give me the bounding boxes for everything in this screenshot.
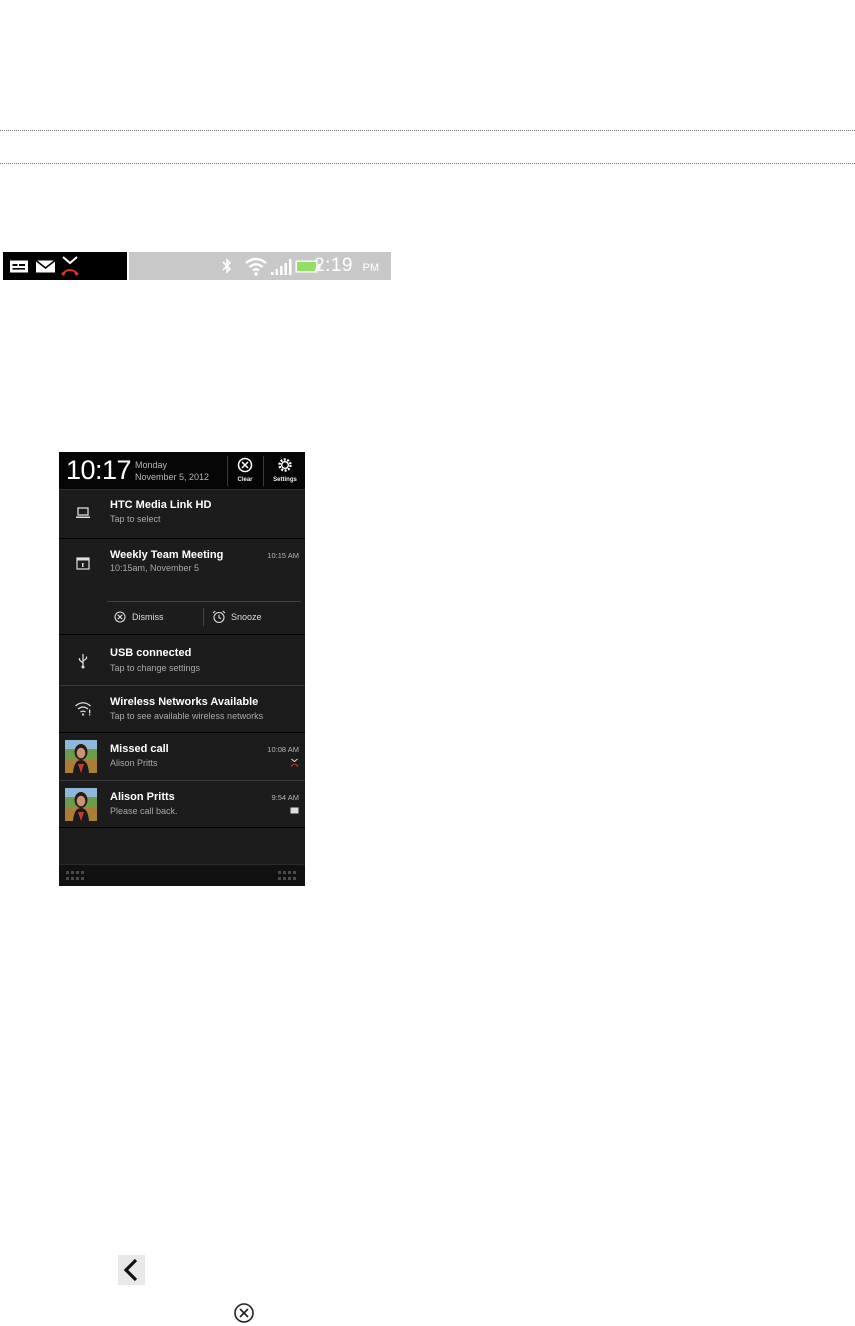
drag-handle-left[interactable] [65,870,87,882]
row-divider [59,827,305,828]
notification-title: USB connected [110,647,192,659]
notification-missed-call[interactable]: Missed call Alison Pritts 10:08 AM [59,733,305,780]
avatar [65,788,97,821]
snooze-button[interactable]: Snooze [204,602,301,634]
notification-time: 10:08 AM [267,745,299,754]
message-icon [10,260,28,273]
header-separator [263,456,264,486]
notification-message[interactable]: Alison Pritts Please call back. 9:54 AM [59,781,305,827]
notification-subtitle: Alison Pritts [110,758,158,768]
notification-title: Alison Pritts [110,791,175,803]
message-icon [290,807,299,814]
signal-icon [271,259,292,275]
notification-subtitle: Please call back. [110,806,178,816]
status-bar-clock: 2:19 [314,255,353,276]
panel-date: November 5, 2012 [135,472,210,482]
notification-subtitle: 10:15am, November 5 [110,563,200,573]
clear-icon [237,457,253,473]
wifi-icon [75,702,91,716]
notification-time: 10:15 AM [267,551,299,560]
laptop-icon [76,507,90,518]
notification-title: Weekly Team Meeting [110,549,224,561]
clear-button[interactable]: Clear [230,454,260,488]
gear-icon [278,458,292,472]
back-chevron-icon [118,1255,145,1285]
notification-time: 9:54 AM [271,793,299,802]
status-bar-notification-area [3,252,127,280]
avatar [65,740,97,773]
wifi-icon [245,257,267,276]
notification-title: Wireless Networks Available [110,696,259,708]
notification-subtitle: Tap to select [110,514,161,524]
usb-icon [78,654,88,669]
dismiss-button[interactable]: Dismiss [107,602,203,634]
divider-top [0,130,855,131]
settings-label: Settings [273,477,297,483]
notification-wifi-networks[interactable]: Wireless Networks Available Tap to see a… [59,686,305,732]
notification-subtitle: Tap to see available wireless networks [110,711,264,721]
notification-title: Missed call [110,743,169,755]
notification-calendar-event[interactable]: Weekly Team Meeting 10:15am, November 5 … [59,539,305,601]
bluetooth-icon [222,258,232,274]
status-bar-ampm: PM [362,262,380,274]
calendar-icon [76,557,90,570]
header-separator [227,456,228,486]
notification-subtitle: Tap to change settings [110,663,201,673]
panel-footer [59,864,305,886]
snooze-label: Snooze [231,612,262,622]
notification-panel: 10:17 Monday November 5, 2012 Clear Sett… [59,452,305,886]
panel-clock: 10:17 [66,455,132,485]
missed-call-icon [290,758,299,767]
drag-handle-right[interactable] [277,870,299,882]
status-bar-system-area: 2:19 PM [129,252,391,280]
panel-day: Monday [135,460,168,470]
dismiss-icon [114,611,126,623]
missed-call-icon [61,256,79,276]
clear-label: Clear [237,477,253,483]
settings-button[interactable]: Settings [266,454,304,488]
notification-media-link[interactable]: HTC Media Link HD Tap to select [59,490,305,538]
dismiss-label: Dismiss [132,612,164,622]
panel-header: 10:17 Monday November 5, 2012 Clear Sett… [59,452,305,490]
notification-usb[interactable]: USB connected Tap to change settings [59,635,305,685]
notification-title: HTC Media Link HD [110,499,212,511]
divider-bottom [0,163,855,164]
mail-icon [35,259,56,273]
alarm-clock-icon [212,610,226,624]
close-circle-icon [234,1303,254,1323]
